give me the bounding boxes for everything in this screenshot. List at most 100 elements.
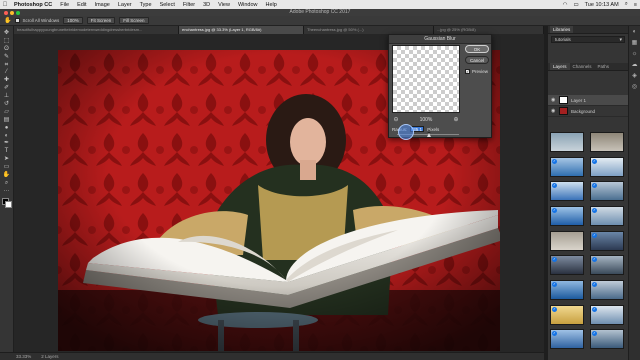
scroll-all-windows-checkbox[interactable]: Scroll All Windows	[15, 18, 59, 23]
ok-button[interactable]: OK	[465, 45, 489, 53]
fit-screen-button[interactable]: Fit Screen	[86, 17, 116, 24]
tab-paths[interactable]: Paths	[595, 63, 613, 70]
lasso-icon[interactable]: ʘ	[0, 45, 13, 53]
tools-panel: ✥ ⬚ ʘ ✎ ⌗ ⁄ ✚ ✐ ⊥ ↺ ▱ ▤ ● ◐ ✒ T ➤ ▭ ✋ ⌕ …	[0, 26, 14, 352]
menu-image[interactable]: Image	[91, 2, 114, 8]
zoom-icon[interactable]: ⌕	[0, 179, 13, 187]
stock-thumbnail[interactable]: ✓	[590, 255, 624, 276]
pen-icon[interactable]: ✒	[0, 139, 13, 147]
zoom-window-button[interactable]	[16, 10, 20, 15]
healing-icon[interactable]: ✚	[0, 76, 13, 84]
fill-screen-button[interactable]: Fill Screen	[119, 17, 149, 24]
stock-thumbnail[interactable]: ✓	[590, 205, 624, 226]
clock[interactable]: Tue 10:13 AM	[582, 2, 622, 8]
tab-document-2[interactable]: enchantress.jpg @ 33.3% (Layer 1, RGB/8#…	[179, 26, 304, 34]
menu-select[interactable]: Select	[156, 2, 179, 8]
menubar-status-area: ◠ ▭ Tue 10:13 AM ⌕ ≡	[560, 1, 640, 8]
tab-layers[interactable]: Layers	[550, 63, 570, 70]
gradient-icon[interactable]: ▤	[0, 116, 13, 124]
minimize-window-button[interactable]	[10, 10, 14, 15]
stock-thumbnail[interactable]: ✓	[590, 230, 624, 251]
move-icon[interactable]: ✥	[0, 29, 13, 37]
shape-icon[interactable]: ▭	[0, 163, 13, 171]
menu-edit[interactable]: Edit	[73, 2, 90, 8]
hand-tool-icon[interactable]: ✋	[4, 17, 11, 24]
cancel-button[interactable]: Cancel	[465, 56, 489, 64]
blur-icon[interactable]: ●	[0, 124, 13, 132]
brush-icon[interactable]: ✐	[0, 84, 13, 92]
stock-thumbnail[interactable]: ✓	[590, 181, 624, 202]
visibility-eye-icon[interactable]: ◉	[551, 97, 556, 103]
eyedropper-icon[interactable]: ⁄	[0, 68, 13, 76]
stock-thumbnail[interactable]: ✓	[550, 304, 584, 325]
close-window-button[interactable]	[4, 10, 8, 15]
tab-document-3[interactable]: Theenchantress.jpg @ 50% (...)	[304, 26, 434, 34]
eraser-icon[interactable]: ▱	[0, 108, 13, 116]
menu-layer[interactable]: Layer	[114, 2, 136, 8]
notification-icon[interactable]: ≡	[631, 2, 640, 8]
dodge-icon[interactable]: ◐	[0, 132, 13, 140]
layer-row[interactable]: ◉ Background	[548, 106, 628, 117]
channels-panel-icon[interactable]: ◎	[629, 81, 640, 92]
tab-document-4[interactable]: ...jpg @ 25% (RGB/8)	[434, 26, 544, 34]
menu-filter[interactable]: Filter	[179, 2, 199, 8]
tab-document-1[interactable]: beautifulhappyyoungbrunettebridemodetern…	[14, 26, 179, 34]
menu-type[interactable]: Type	[136, 2, 156, 8]
zoom-out-icon[interactable]: ⊖	[392, 116, 400, 123]
stock-thumbnail[interactable]	[550, 230, 584, 251]
adjustments-panel-icon[interactable]: ☼	[629, 48, 640, 59]
search-icon[interactable]: ⌕	[622, 1, 631, 8]
apple-icon[interactable]: 	[0, 2, 10, 8]
stock-thumbnail[interactable]: ✓	[550, 181, 584, 202]
menu-window[interactable]: Window	[234, 2, 262, 8]
zoom-in-icon[interactable]: ⊕	[452, 116, 460, 123]
crop-icon[interactable]: ⌗	[0, 61, 13, 69]
path-select-icon[interactable]: ➤	[0, 155, 13, 163]
menu-help[interactable]: Help	[262, 2, 281, 8]
menu-3d[interactable]: 3D	[199, 2, 214, 8]
stock-thumbnail[interactable]: ✓	[550, 329, 584, 350]
layers-controls	[548, 71, 628, 95]
more-tools-icon[interactable]: ···	[0, 187, 13, 195]
stock-thumbnail[interactable]: ✓	[550, 255, 584, 276]
layer-row[interactable]: ◉ Layer 1	[548, 95, 628, 106]
stock-thumbnail[interactable]: ✓	[590, 329, 624, 350]
preview-zoom-level: 100%	[419, 116, 433, 123]
stock-thumbnail[interactable]: ✓	[550, 279, 584, 300]
background-color-swatch[interactable]	[5, 200, 12, 208]
stock-thumbnail[interactable]: ✓	[590, 304, 624, 325]
clone-stamp-icon[interactable]: ⊥	[0, 92, 13, 100]
stock-thumbnail[interactable]	[590, 132, 624, 152]
history-brush-icon[interactable]: ↺	[0, 100, 13, 108]
tab-channels[interactable]: Channels	[570, 63, 595, 70]
quick-select-icon[interactable]: ✎	[0, 53, 13, 61]
menu-file[interactable]: File	[56, 2, 73, 8]
swatches-panel-icon[interactable]: ▦	[629, 37, 640, 48]
battery-icon[interactable]: ▭	[570, 2, 581, 8]
status-zoom[interactable]: 33.33%	[16, 354, 31, 359]
libraries-panel-icon[interactable]: ☁	[629, 59, 640, 70]
visibility-eye-icon[interactable]: ◉	[551, 108, 556, 114]
layers-panel-icon[interactable]: ◈	[629, 70, 640, 81]
blur-preview-pane[interactable]	[392, 45, 460, 113]
type-icon[interactable]: T	[0, 147, 13, 155]
licensed-check-icon: ✓	[552, 257, 557, 263]
menu-app-name[interactable]: Photoshop CC	[10, 2, 56, 8]
stock-thumbnail[interactable]: ✓	[590, 279, 624, 300]
stock-thumbnail[interactable]: ✓	[550, 156, 584, 177]
licensed-check-icon: ✓	[552, 306, 557, 312]
wifi-icon[interactable]: ◠	[560, 2, 571, 8]
hand-icon[interactable]: ✋	[0, 171, 13, 179]
zoom-100-button[interactable]: 100%	[63, 17, 83, 24]
stock-thumbnail[interactable]	[550, 132, 584, 152]
menu-view[interactable]: View	[214, 2, 234, 8]
stock-thumbnail[interactable]: ✓	[590, 156, 624, 177]
preview-checkbox[interactable]: ✓ Preview	[465, 69, 488, 74]
library-select[interactable]: tutorials	[551, 36, 625, 43]
radius-slider-thumb[interactable]	[426, 132, 431, 137]
marquee-icon[interactable]: ⬚	[0, 37, 13, 45]
stock-thumbnail[interactable]: ✓	[550, 205, 584, 226]
cursor-highlight	[398, 124, 414, 140]
color-panel-icon[interactable]: ◐	[629, 26, 640, 37]
tab-libraries[interactable]: Libraries	[550, 26, 574, 33]
